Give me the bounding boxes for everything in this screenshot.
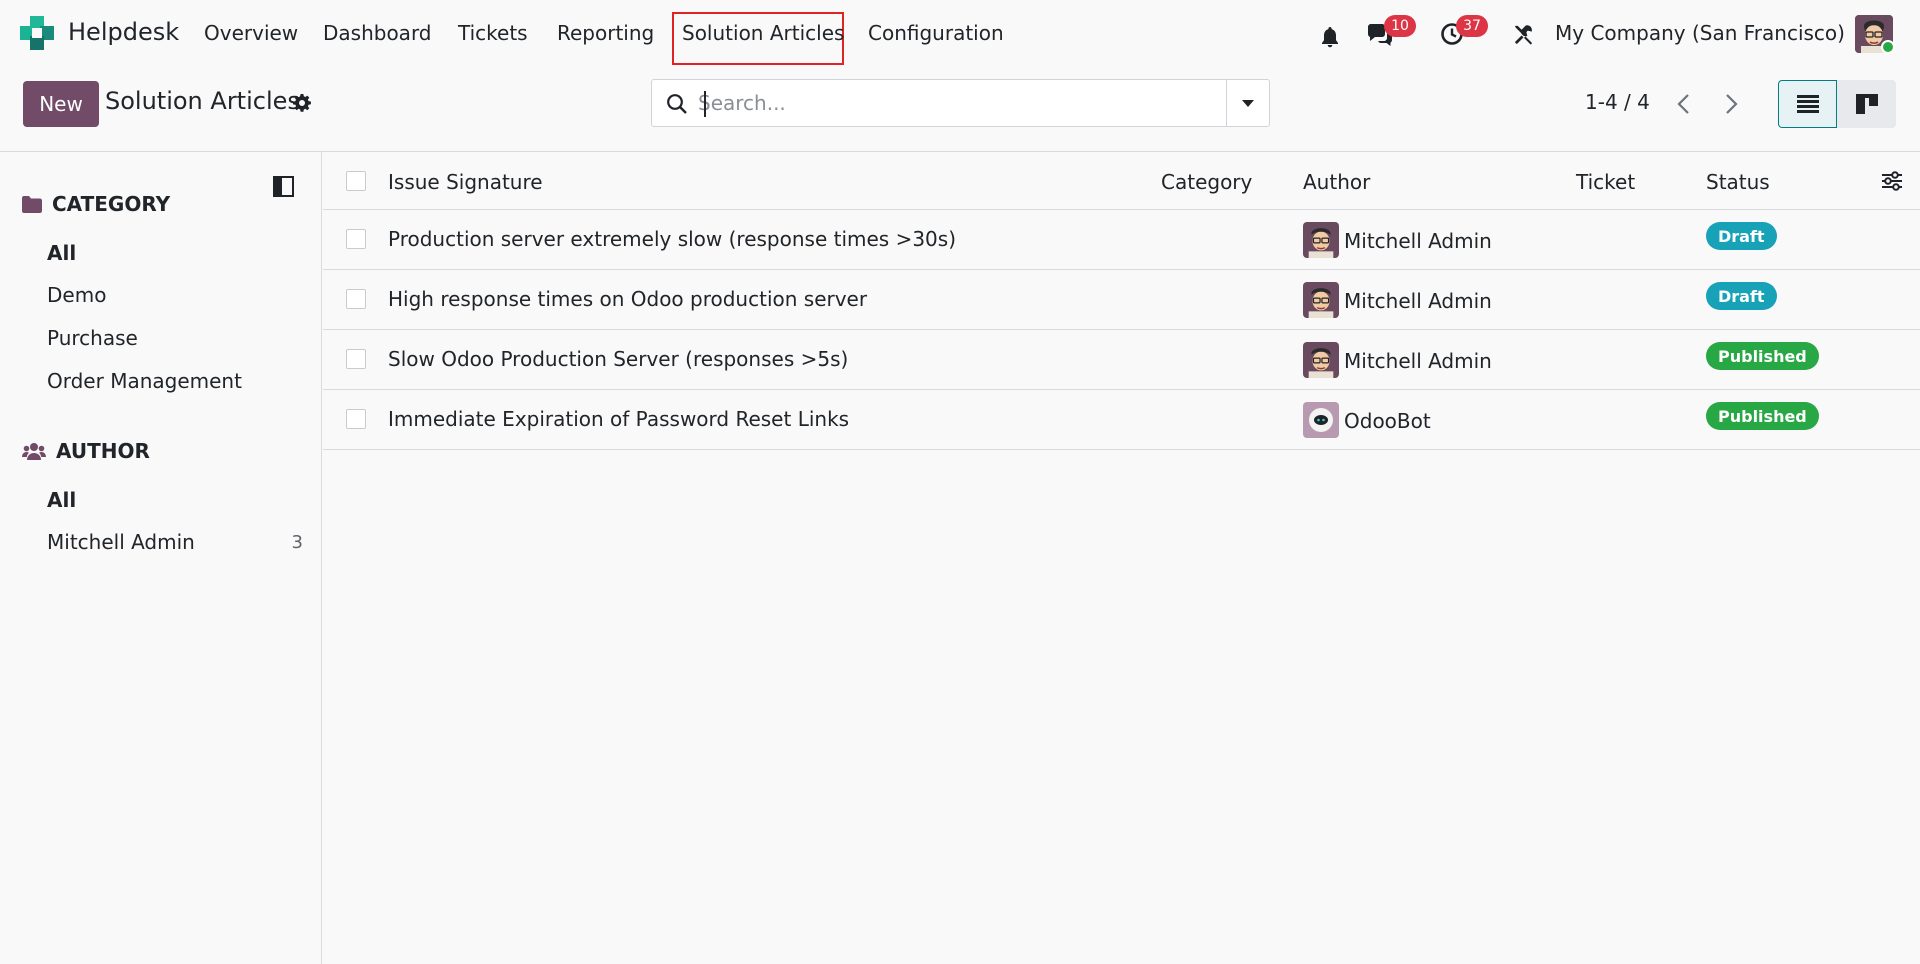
row-checkbox[interactable]	[346, 409, 366, 429]
list-view-icon	[1796, 95, 1819, 113]
table-row[interactable]: Slow Odoo Production Server (responses >…	[323, 330, 1920, 390]
cell-issue-signature[interactable]: High response times on Odoo production s…	[388, 287, 867, 311]
column-header-ticket[interactable]: Ticket	[1576, 170, 1635, 194]
pager-previous-icon[interactable]	[1673, 92, 1695, 116]
category-filter-all[interactable]: All	[47, 241, 76, 265]
search-input[interactable]	[698, 88, 1198, 118]
online-status-dot	[1881, 40, 1895, 54]
select-all-checkbox[interactable]	[346, 171, 366, 191]
nav-dashboard[interactable]: Dashboard	[323, 21, 432, 45]
table-row[interactable]: High response times on Odoo production s…	[323, 270, 1920, 330]
search-panel-sidebar: CATEGORY All Demo Purchase Order Managem…	[0, 152, 322, 964]
folder-icon	[22, 195, 42, 213]
helpdesk-logo-icon[interactable]	[20, 16, 54, 50]
odoobot-avatar-icon	[1303, 402, 1339, 438]
kanban-view-icon	[1855, 94, 1878, 114]
author-filter-all[interactable]: All	[47, 488, 76, 512]
category-heading: CATEGORY	[52, 192, 171, 216]
caret-down-icon	[1242, 99, 1254, 107]
messages-count-badge: 10	[1384, 15, 1416, 37]
cell-author[interactable]: OdooBot	[1344, 409, 1431, 433]
column-header-status[interactable]: Status	[1706, 170, 1770, 194]
column-header-author[interactable]: Author	[1303, 170, 1370, 194]
cell-issue-signature[interactable]: Slow Odoo Production Server (responses >…	[388, 347, 848, 371]
author-heading: AUTHOR	[56, 439, 150, 463]
text-cursor	[704, 91, 706, 117]
row-checkbox[interactable]	[346, 229, 366, 249]
bell-icon[interactable]	[1318, 25, 1342, 49]
status-badge: Draft	[1706, 282, 1777, 310]
nav-reporting[interactable]: Reporting	[557, 21, 654, 45]
author-filter-mitchell-admin[interactable]: Mitchell Admin	[47, 530, 195, 554]
cell-author[interactable]: Mitchell Admin	[1344, 229, 1492, 253]
status-badge: Draft	[1706, 222, 1777, 250]
company-switcher[interactable]: My Company (San Francisco)	[1555, 21, 1845, 45]
cell-issue-signature[interactable]: Production server extremely slow (respon…	[388, 227, 956, 251]
nav-overview[interactable]: Overview	[204, 21, 298, 45]
category-section-header: CATEGORY	[22, 192, 170, 216]
column-header-issue-signature[interactable]: Issue Signature	[388, 170, 543, 194]
table-row[interactable]: Immediate Expiration of Password Reset L…	[323, 390, 1920, 450]
category-filter-demo[interactable]: Demo	[47, 283, 106, 307]
top-navbar: Helpdesk Overview Dashboard Tickets Repo…	[0, 0, 1920, 68]
articles-list-table: Issue Signature Category Author Ticket S…	[323, 152, 1920, 450]
status-badge: Published	[1706, 402, 1819, 430]
column-header-category[interactable]: Category	[1161, 170, 1252, 194]
sidebar-collapse-icon[interactable]	[273, 176, 294, 197]
page-title: Solution Articles	[105, 87, 300, 115]
admin-avatar-icon	[1303, 342, 1339, 378]
cell-author[interactable]: Mitchell Admin	[1344, 349, 1492, 373]
nav-configuration[interactable]: Configuration	[868, 21, 1004, 45]
status-badge: Published	[1706, 342, 1819, 370]
search-bar	[651, 79, 1270, 127]
tools-icon[interactable]	[1512, 23, 1535, 46]
nav-solution-articles[interactable]: Solution Articles	[682, 21, 844, 45]
admin-avatar-icon	[1303, 222, 1339, 258]
cell-issue-signature[interactable]: Immediate Expiration of Password Reset L…	[388, 407, 849, 431]
app-name[interactable]: Helpdesk	[68, 18, 179, 46]
table-header: Issue Signature Category Author Ticket S…	[323, 152, 1920, 210]
author-section-header: AUTHOR	[22, 439, 150, 463]
activities-count-badge: 37	[1456, 15, 1488, 37]
row-checkbox[interactable]	[346, 289, 366, 309]
category-filter-purchase[interactable]: Purchase	[47, 326, 138, 350]
users-icon	[22, 443, 46, 460]
nav-tickets[interactable]: Tickets	[458, 21, 528, 45]
new-button[interactable]: New	[23, 81, 99, 127]
gear-icon[interactable]	[292, 93, 312, 113]
search-icon	[667, 94, 687, 114]
kanban-view-button[interactable]	[1837, 80, 1896, 128]
admin-avatar-icon	[1303, 282, 1339, 318]
column-settings-icon[interactable]	[1881, 170, 1903, 192]
row-checkbox[interactable]	[346, 349, 366, 369]
search-options-toggle[interactable]	[1226, 80, 1269, 126]
pager-value[interactable]: 1-4 / 4	[1585, 90, 1650, 114]
pager-next-icon[interactable]	[1720, 92, 1742, 116]
table-row[interactable]: Production server extremely slow (respon…	[323, 210, 1920, 270]
cell-author[interactable]: Mitchell Admin	[1344, 289, 1492, 313]
list-view-button[interactable]	[1778, 80, 1837, 128]
author-filter-count: 3	[291, 532, 303, 553]
category-filter-order-management[interactable]: Order Management	[47, 369, 242, 393]
